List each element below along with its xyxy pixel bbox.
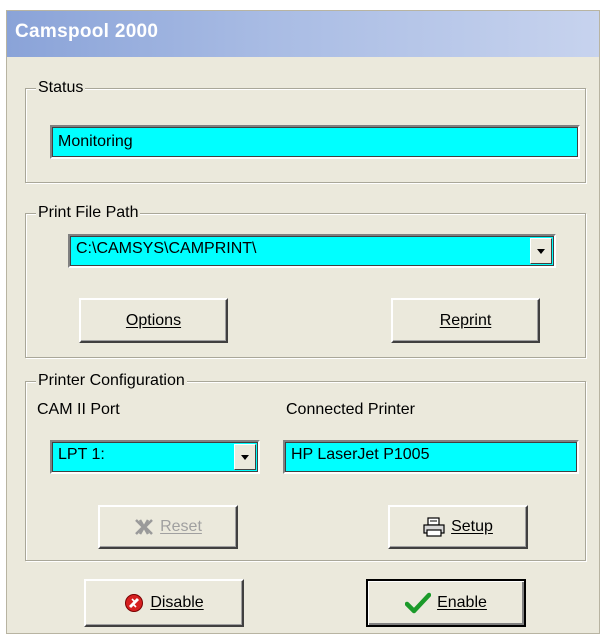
setup-button-label: Setup: [451, 518, 493, 535]
status-group-label: Status: [36, 78, 86, 98]
connected-printer-field[interactable]: HP LaserJet P1005: [283, 440, 579, 474]
reprint-button-label: Reprint: [439, 311, 492, 329]
no-entry-icon: [124, 593, 144, 613]
reset-button-label: Reset: [160, 518, 202, 535]
print-file-path-dropdown[interactable]: C:\CAMSYS\CAMPRINT\: [68, 234, 556, 268]
print-file-path-group: Print File Path C:\CAMSYS\CAMPRINT\ Opti…: [25, 203, 586, 358]
printer-icon: [423, 517, 445, 537]
camspool-window: Camspool 2000 Status Monitoring Print Fi…: [6, 10, 600, 634]
enable-button-label: Enable: [437, 594, 487, 611]
print-file-path-label: Print File Path: [36, 203, 141, 223]
status-field: Monitoring: [50, 125, 580, 159]
options-button-label: Options: [125, 311, 182, 329]
reset-button[interactable]: Reset: [98, 505, 238, 549]
reprint-button[interactable]: Reprint: [391, 298, 540, 343]
cam-port-value: LPT 1:: [58, 446, 105, 463]
checkmark-icon: [405, 592, 432, 614]
printer-configuration-group: Printer Configuration CAM II Port Connec…: [25, 371, 586, 561]
printer-configuration-label: Printer Configuration: [36, 371, 187, 391]
disable-button[interactable]: Disable: [84, 579, 244, 627]
connected-printer-label: Connected Printer: [286, 401, 415, 418]
cam-port-dropdown[interactable]: LPT 1:: [50, 440, 260, 474]
setup-button[interactable]: Setup: [388, 505, 528, 549]
chevron-down-icon[interactable]: [234, 444, 256, 470]
window-title: Camspool 2000: [15, 21, 159, 42]
status-group: Status Monitoring: [25, 78, 586, 183]
print-file-path-value: C:\CAMSYS\CAMPRINT\: [76, 240, 257, 257]
cam-port-label: CAM II Port: [37, 401, 120, 418]
options-button[interactable]: Options: [79, 298, 228, 343]
disable-button-label: Disable: [150, 594, 204, 611]
title-bar[interactable]: Camspool 2000: [7, 11, 599, 57]
enable-button[interactable]: Enable: [366, 579, 526, 627]
chevron-down-icon[interactable]: [530, 238, 552, 264]
reset-x-icon: [134, 518, 154, 536]
